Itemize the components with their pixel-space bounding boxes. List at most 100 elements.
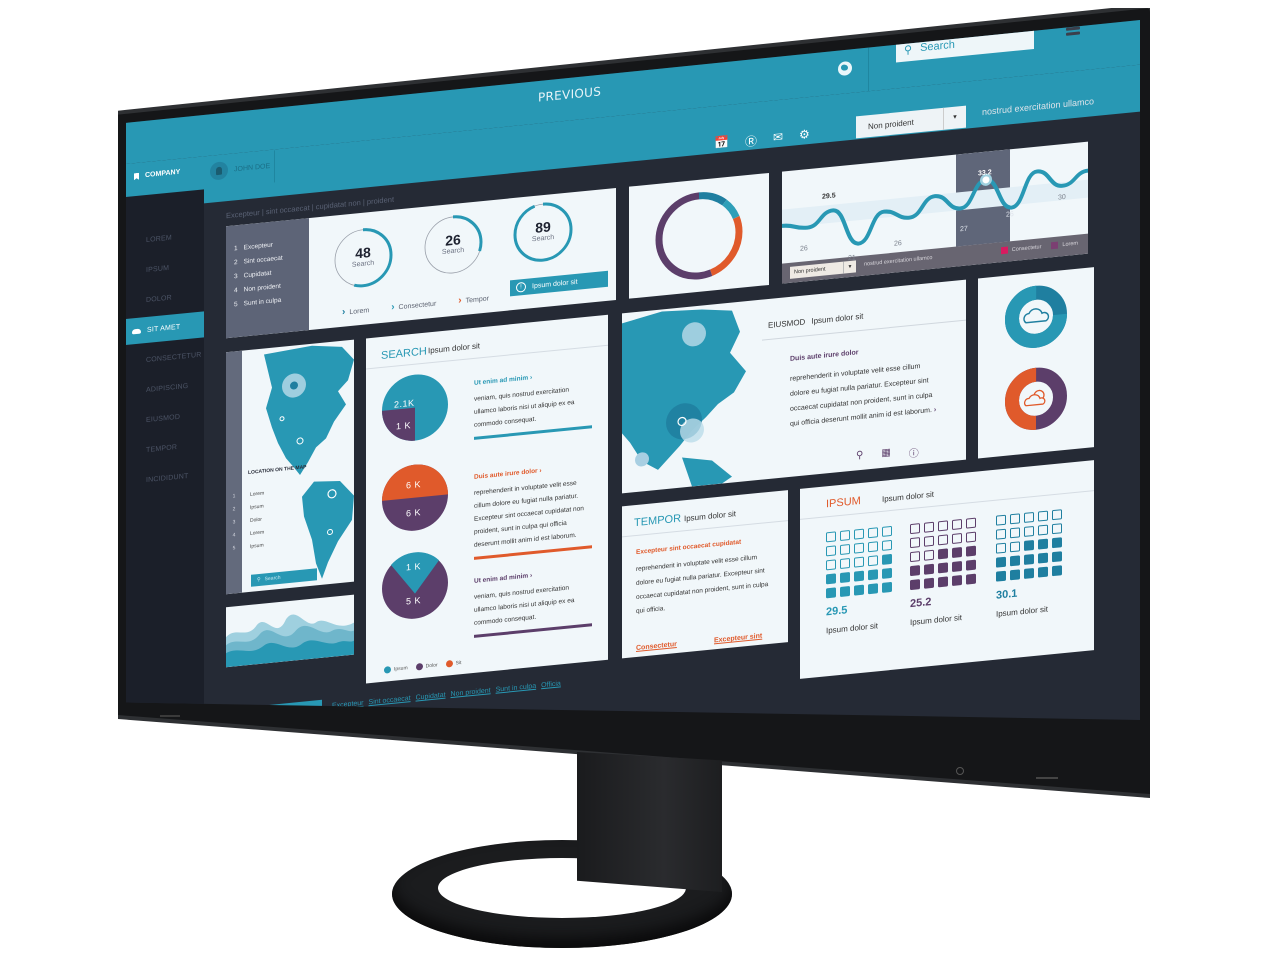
waffle-cell-empty bbox=[1052, 523, 1062, 535]
legend-item: Sit bbox=[445, 659, 461, 668]
page-title[interactable]: PREVIOUS bbox=[538, 84, 601, 104]
data-label: 26 bbox=[1006, 210, 1014, 219]
power-icon[interactable] bbox=[956, 767, 964, 775]
data-label: 27 bbox=[960, 225, 968, 234]
consectetur-link[interactable]: Consectetur bbox=[636, 641, 677, 652]
north-america-map[interactable] bbox=[622, 300, 762, 494]
pie-label: 6 K bbox=[406, 507, 422, 519]
legend-item: Dolor bbox=[415, 661, 438, 671]
user-name: JOHN DOE bbox=[234, 162, 271, 173]
sidebar-item-ipsum[interactable]: IPSUM bbox=[126, 251, 204, 285]
weather-donuts bbox=[1005, 285, 1067, 430]
list-item[interactable]: 4 Non proident bbox=[234, 280, 309, 295]
list-item[interactable]: 2 Sint occaecat bbox=[234, 252, 309, 267]
mail-icon[interactable]: ✉ bbox=[773, 130, 783, 148]
footer-link[interactable]: Non proident bbox=[451, 687, 491, 698]
waffle-cell-empty bbox=[1038, 510, 1048, 522]
waffle-label: Ipsum dolor sit bbox=[996, 604, 1049, 619]
sidebar-item-sit-amet[interactable]: SIT AMET bbox=[126, 311, 204, 345]
waffle-cell-empty bbox=[854, 556, 864, 568]
waffle-cell-empty bbox=[924, 549, 934, 561]
waffle-cell-filled bbox=[882, 567, 892, 579]
search-icon: ⚲ bbox=[904, 43, 913, 57]
sidebar-item-adipiscing[interactable]: ADIPISCING bbox=[126, 371, 204, 405]
legend-label: Dolor bbox=[425, 662, 438, 670]
chevron-right-icon[interactable]: › bbox=[538, 467, 541, 474]
sidebar-item-eiusmod[interactable]: EIUSMOD bbox=[126, 401, 204, 435]
tempor-card: TEMPOR Ipsum dolor sit Excepteur sint oc… bbox=[622, 490, 788, 659]
waffle-cell-empty bbox=[996, 514, 1006, 526]
item-label: Excepteur bbox=[243, 241, 273, 252]
item-label: Non proident bbox=[243, 282, 281, 294]
footer-link[interactable]: Cupidatat bbox=[416, 692, 446, 702]
waffle-cell-filled bbox=[1052, 537, 1062, 549]
location-pin-icon[interactable]: ⚲ bbox=[856, 450, 863, 466]
excepteur-link[interactable]: Excepteur sint bbox=[714, 633, 762, 645]
item-label: Cupidatat bbox=[243, 269, 272, 280]
data-label: 33.2 bbox=[978, 169, 992, 178]
alert-icon[interactable]: ⓘ bbox=[909, 444, 919, 460]
sidebar-item-dolor[interactable]: DOLOR bbox=[126, 281, 204, 315]
waffle-cell-empty bbox=[996, 542, 1006, 554]
link-lorem[interactable]: › Lorem bbox=[342, 304, 369, 318]
calendar-icon[interactable]: ▦ bbox=[881, 447, 890, 463]
chevron-down-icon[interactable]: ▼ bbox=[943, 105, 966, 130]
sidebar-item-lorem[interactable]: LOREM bbox=[126, 221, 204, 255]
waffle-cell-filled bbox=[868, 569, 878, 581]
list-item[interactable]: 5 Sunt in culpa bbox=[234, 294, 309, 309]
list-item[interactable]: 1 Excepteur bbox=[234, 238, 309, 253]
waffle-cell-empty bbox=[1010, 513, 1020, 525]
entry-body: reprehenderit in voluptate velit esse ci… bbox=[636, 554, 769, 615]
sidebar-item-incididunt[interactable]: INCIDIDUNT bbox=[126, 461, 204, 495]
sidebar-item-label: TEMPOR bbox=[146, 443, 178, 454]
link-consectetur[interactable]: › Consectetur bbox=[391, 298, 436, 313]
chevron-right-icon: › bbox=[342, 306, 346, 318]
ipsum-button[interactable]: ! Ipsum dolor sit bbox=[510, 270, 608, 297]
footer-link[interactable]: Officia bbox=[541, 680, 561, 689]
waffle-value: 30.1 bbox=[996, 587, 1018, 602]
waffle-cell-empty bbox=[910, 551, 920, 563]
wave-chart bbox=[226, 614, 354, 668]
waffle-cell-filled bbox=[854, 570, 864, 582]
list-item[interactable]: 3 Cupidatat bbox=[234, 266, 309, 281]
data-label: 29.5 bbox=[822, 192, 836, 201]
footer-link[interactable]: Sunt in culpa bbox=[496, 683, 536, 694]
info-icon: ! bbox=[516, 281, 526, 293]
button-label: Ipsum dolor sit bbox=[532, 278, 578, 290]
chart-dropdown[interactable]: Non proident ▼ bbox=[790, 260, 856, 279]
link-tempor[interactable]: › Tempor bbox=[458, 292, 489, 306]
item-label: Sint occaecat bbox=[243, 254, 283, 266]
legend-dot bbox=[415, 662, 423, 671]
dollar-icon[interactable]: Ⓡ bbox=[745, 132, 757, 150]
waffle-cell-empty bbox=[966, 531, 976, 543]
bezel-slot bbox=[1036, 777, 1058, 779]
user-profile[interactable]: JOHN DOE bbox=[210, 150, 274, 186]
card-header: EIUSMOD Ipsum dolor sit bbox=[762, 310, 863, 332]
footer-link[interactable]: Sint occaecat bbox=[369, 695, 411, 706]
chevron-right-icon[interactable]: › bbox=[528, 572, 532, 579]
link-label: Tempor bbox=[465, 295, 489, 305]
card-title: TEMPOR bbox=[634, 512, 682, 530]
line-chart-card: Non proident ▼ nostrud exercitation ulla… bbox=[782, 141, 1088, 284]
sidebar-item-tempor[interactable]: TEMPOR bbox=[126, 431, 204, 465]
chevron-right-icon[interactable]: › bbox=[528, 374, 532, 381]
item-label: Sunt in culpa bbox=[243, 296, 282, 308]
sidebar: LOREM IPSUM DOLOR SIT AMET CONSECTETUR ADIPIS… bbox=[126, 189, 204, 720]
donut-card bbox=[629, 172, 769, 299]
progress-ring: 48 Search bbox=[332, 224, 394, 292]
entry-title: Duis aute irure dolor bbox=[790, 349, 859, 363]
waffle-cell-filled bbox=[882, 553, 892, 565]
item-label: Ipsum bbox=[250, 542, 264, 550]
pie-chart: 1 K 5 K bbox=[382, 546, 448, 624]
pie-label: 1 K bbox=[406, 561, 422, 573]
card-title: IPSUM bbox=[826, 494, 861, 511]
waffle-cell-filled bbox=[1052, 565, 1062, 577]
calendar-icon[interactable]: 📅 bbox=[714, 135, 729, 153]
globe-icon[interactable] bbox=[838, 60, 852, 77]
sidebar-item-consectetur[interactable]: CONSECTETUR bbox=[126, 341, 204, 375]
chevron-right-icon[interactable]: › bbox=[934, 407, 936, 414]
gear-icon[interactable]: ⚙ bbox=[799, 127, 810, 145]
waffle-cell-filled bbox=[1010, 555, 1020, 567]
waffle-cell-filled bbox=[1024, 553, 1034, 565]
map-card: LOCATION ON THE MAP 1 Lorem 2 Ipsum 3 Dolor 4 L… bbox=[226, 339, 354, 595]
